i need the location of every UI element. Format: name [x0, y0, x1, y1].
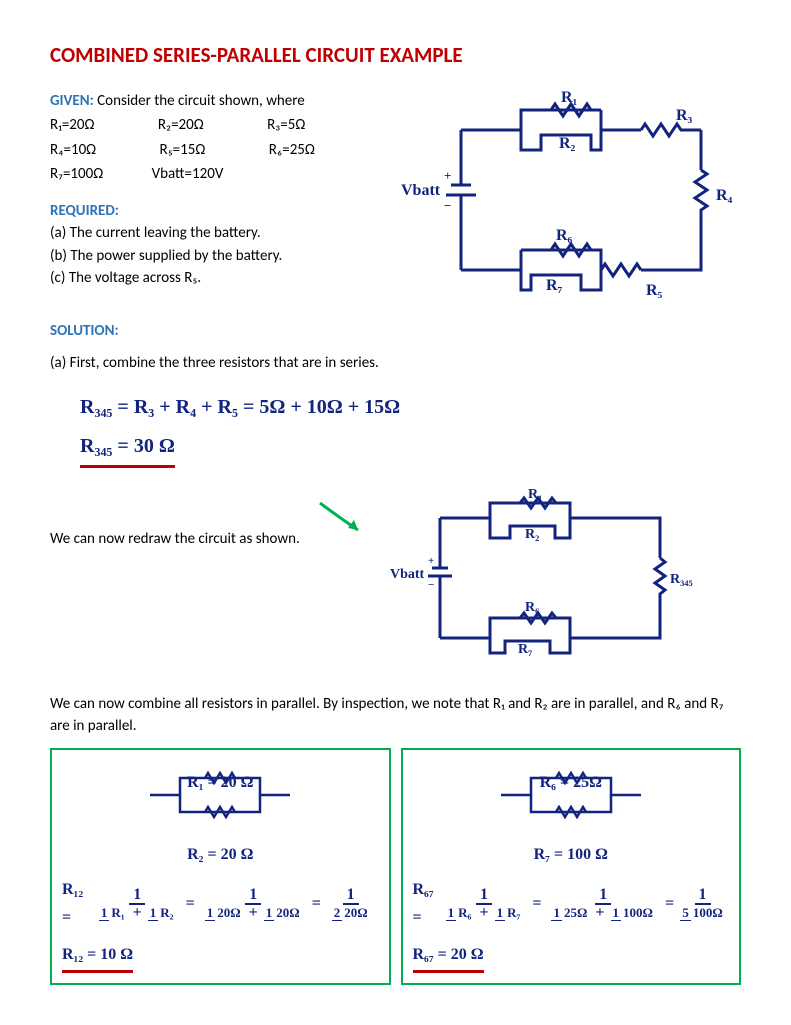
circuit-diagram-1: R₁ R₂ R₃ R₄ R₅ R₆ R₇ Vbatt + − — [381, 90, 741, 310]
given-r7: R₇=100Ω — [50, 165, 103, 183]
svg-text:+: + — [428, 555, 434, 567]
svg-text:R₂: R₂ — [525, 527, 539, 542]
svg-text:R₃: R₃ — [676, 107, 693, 124]
arrow-icon — [310, 488, 370, 548]
box1-r1-label: R₁ = 20 Ω — [62, 769, 379, 796]
given-r2: R₂=20Ω — [158, 116, 204, 134]
solution-label: SOLUTION: — [50, 320, 741, 343]
svg-text:−: − — [428, 579, 434, 591]
svg-text:R₆: R₆ — [556, 227, 573, 244]
svg-text:R₃₄₅: R₃₄₅ — [670, 572, 693, 587]
svg-text:R₅: R₅ — [646, 282, 663, 299]
svg-text:R₂: R₂ — [559, 135, 576, 152]
box1-r2-label: R₂ = 20 Ω — [62, 841, 379, 868]
given-vbatt: Vbatt=120V — [152, 165, 224, 183]
parallel-box-r12: R₁ = 20 Ω R₂ = 20 Ω R₁₂ = 1 1R₁ + 1R₂ = … — [50, 748, 391, 985]
given-r1: R₁=20Ω — [50, 116, 94, 134]
given-r5: R₅=15Ω — [160, 141, 206, 159]
given-label: GIVEN: — [50, 92, 94, 110]
given-r4: R₄=10Ω — [50, 141, 96, 159]
box1-result: R₁₂ = 10 Ω — [62, 941, 133, 973]
svg-text:R₇: R₇ — [546, 277, 563, 294]
svg-text:R₁: R₁ — [561, 90, 578, 106]
given-r6: R₆=25Ω — [269, 141, 315, 159]
parallel-intro: We can now combine all resistors in para… — [50, 693, 741, 738]
parallel-box-r67: R₆ = 25Ω R₇ = 100 Ω R₆₇ = 1 1R₆ + 1R₇ = … — [401, 748, 742, 985]
given-block: GIVEN: Consider the circuit shown, where… — [50, 90, 315, 290]
svg-text:−: − — [444, 198, 451, 213]
required-c: (c) The voltage across R₅. — [50, 267, 315, 290]
svg-text:R₁: R₁ — [528, 488, 542, 502]
box1-lhs: R₁₂ = — [62, 876, 89, 930]
box2-r6-label: R₆ = 25Ω — [413, 769, 730, 796]
solution-a-intro: (a) First, combine the three resistors t… — [50, 352, 741, 375]
redraw-text: We can now redraw the circuit as shown. — [50, 488, 300, 551]
box2-result: R₆₇ = 20 Ω — [413, 941, 484, 973]
equation-r345-result: R₃₄₅ = 30 Ω — [80, 429, 175, 468]
svg-text:R₇: R₇ — [518, 642, 532, 657]
required-a: (a) The current leaving the battery. — [50, 222, 315, 245]
box2-r7-label: R₇ = 100 Ω — [413, 841, 730, 868]
svg-text:R₆: R₆ — [525, 600, 539, 615]
page-title: COMBINED SERIES-PARALLEL CIRCUIT EXAMPLE — [50, 40, 741, 72]
svg-text:Vbatt: Vbatt — [390, 567, 425, 582]
svg-text:Vbatt: Vbatt — [401, 182, 441, 199]
box2-lhs: R₆₇ = — [413, 876, 436, 930]
required-label: REQUIRED: — [50, 200, 315, 223]
given-intro: Consider the circuit shown, where — [94, 92, 305, 110]
given-r3: R₃=5Ω — [267, 116, 305, 134]
required-b: (b) The power supplied by the battery. — [50, 245, 315, 268]
equation-r345: R₃₄₅ = R₃ + R₄ + R₅ = 5Ω + 10Ω + 15Ω — [80, 390, 741, 424]
svg-text:R₄: R₄ — [716, 187, 733, 204]
circuit-diagram-2: R₁ R₂ R₃₄₅ R₆ R₇ Vbatt + − — [380, 488, 700, 668]
svg-text:+: + — [444, 168, 451, 183]
